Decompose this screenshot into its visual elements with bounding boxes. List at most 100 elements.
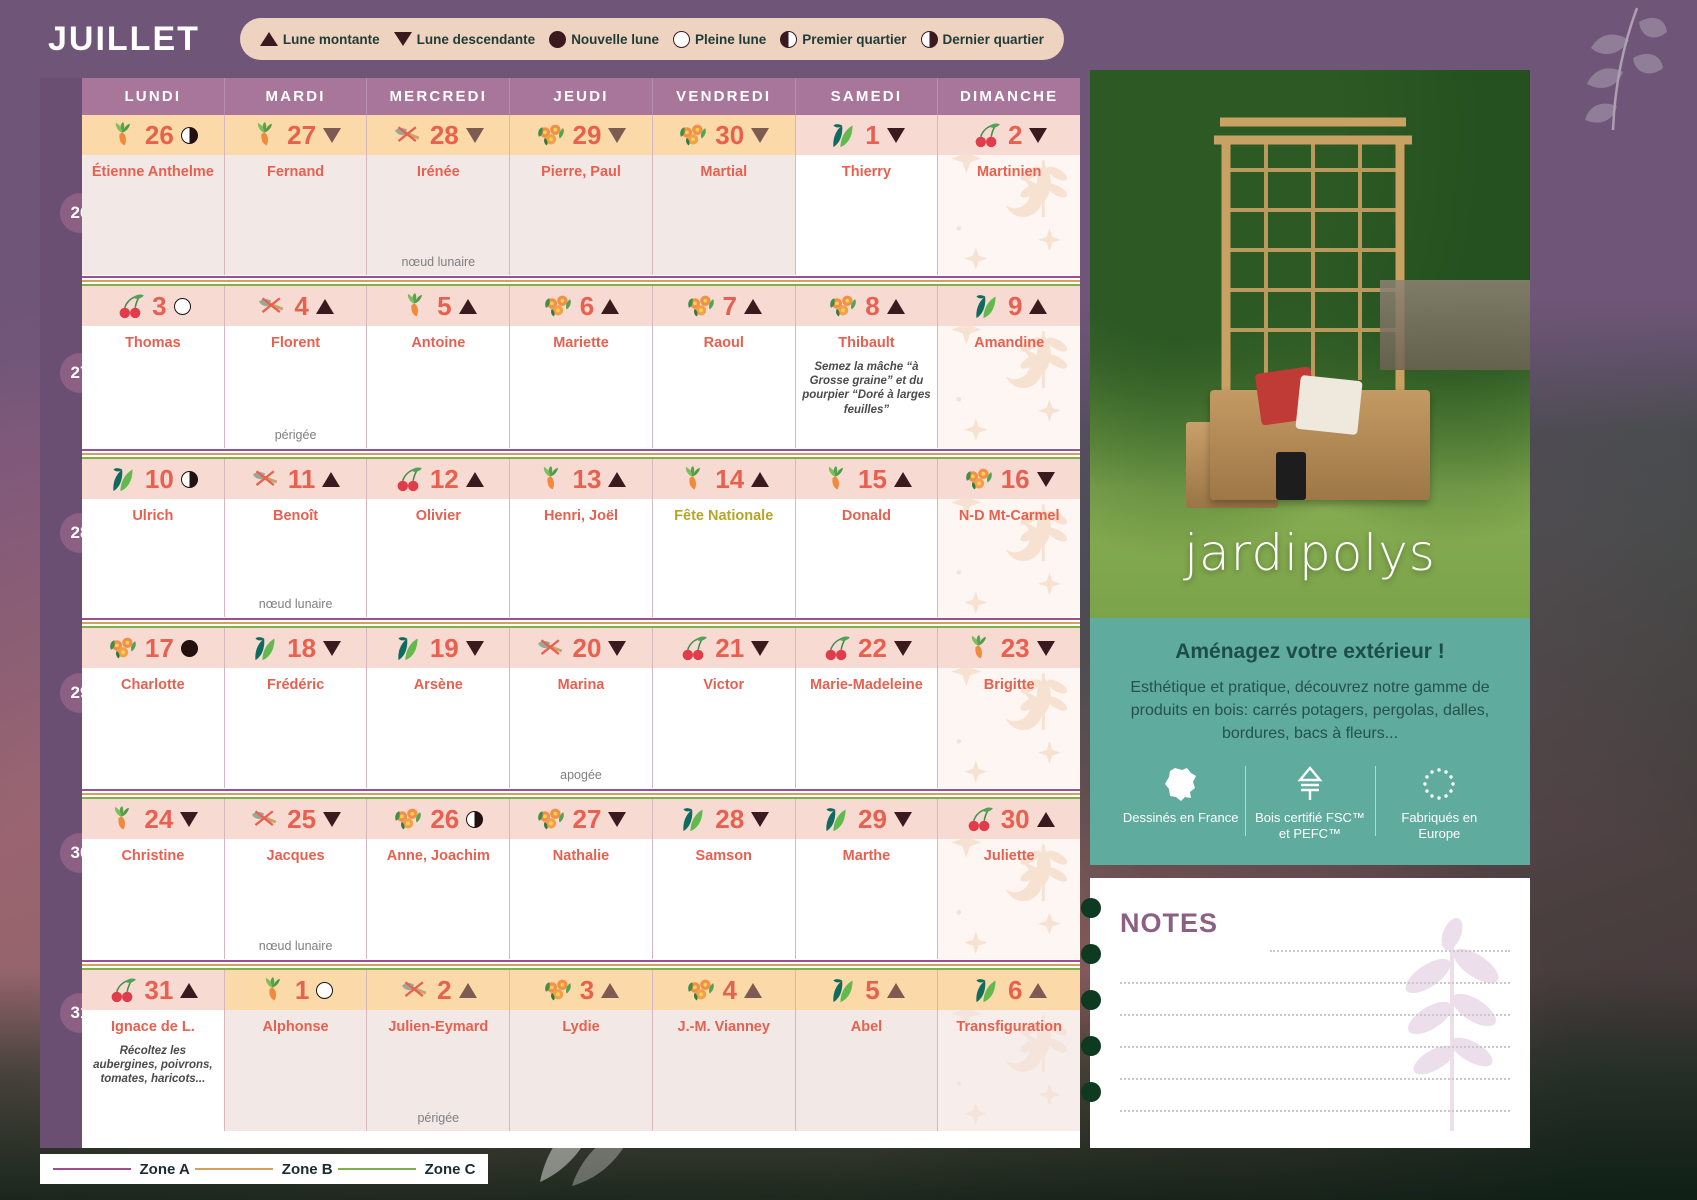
lantern-icon: [1276, 452, 1306, 500]
calendar-day-cell[interactable]: 28 Irénée nœud lunaire: [367, 115, 511, 275]
root-carrot-icon: [686, 466, 701, 490]
france-map-icon: [1122, 762, 1239, 806]
europe-stars-icon: [1381, 762, 1498, 806]
calendar-day-cell[interactable]: 8 Thibault Semez la mâche “à Grosse graine…: [795, 286, 939, 448]
calendar-day-cell[interactable]: 1 Alphonse: [224, 970, 368, 1131]
calendar-day-cell[interactable]: 2 Martinien: [938, 115, 1081, 275]
zone-line-swatch: [52, 1167, 131, 1171]
calendar-day-cell[interactable]: 13 Henri, Joël: [510, 459, 653, 617]
calendar-day-cell[interactable]: 3 Lydie: [510, 970, 653, 1131]
calendar-day-cell[interactable]: 30 Juliette: [938, 799, 1081, 959]
gardening-tip: Récoltez les aubergines, poivrons, tomat…: [93, 1044, 213, 1086]
calendar-day-cell[interactable]: 26 Anne, Joachim: [367, 799, 511, 959]
calendar-day-cell[interactable]: 5 Abel: [795, 970, 939, 1131]
notes-lines[interactable]: [1120, 920, 1510, 1112]
calendar-day-cell[interactable]: 18 Frédéric: [224, 628, 368, 788]
legend-item-full-moon: Pleine lune: [672, 30, 766, 48]
calendar-day-cell[interactable]: 28 Samson: [652, 799, 796, 959]
triangle-down-icon: [608, 127, 627, 143]
calendar-day-cell[interactable]: 2 Julien-Eymard périgée: [367, 970, 511, 1131]
day-number: 2: [437, 975, 452, 1005]
binder-ring: [1081, 944, 1101, 964]
calendar-day-cell[interactable]: 3 Thomas: [82, 286, 225, 448]
calendar-day-cell[interactable]: 9 Amandine: [938, 286, 1081, 448]
calendar-day-cell[interactable]: 21 Victor: [652, 628, 796, 788]
saint-name: Julien-Eymard: [388, 1019, 489, 1035]
saint-name: Martial: [700, 164, 748, 180]
calendar-day-cell[interactable]: 27 Fernand: [224, 115, 368, 275]
calendar-day-cell[interactable]: 15 Donald: [795, 459, 939, 617]
triangle-down-icon: [1036, 471, 1055, 487]
calendar-day-cell[interactable]: 4 Florent périgée: [224, 286, 368, 448]
calendar-day-cell[interactable]: 16 N-D Mt-Carmel: [938, 459, 1081, 617]
calendar-day-cell[interactable]: 20 Marina apogée: [510, 628, 653, 788]
day-header: 5: [795, 970, 938, 1010]
saint-name: N-D Mt-Carmel: [958, 508, 1060, 524]
calendar-day-cell[interactable]: 29 Marthe: [795, 799, 939, 959]
calendar-day-cell[interactable]: 6 Transfiguration: [938, 970, 1081, 1131]
note-line[interactable]: [1120, 984, 1510, 1016]
triangle-up-icon: [886, 298, 905, 314]
triangle-up-icon: [1029, 982, 1048, 998]
note-line[interactable]: [1120, 1016, 1510, 1048]
day-of-week-lundi: LUNDI: [82, 78, 225, 115]
day-number: 3: [152, 291, 167, 321]
triangle-down-icon: [465, 127, 484, 143]
note-line[interactable]: [1120, 952, 1510, 984]
fruit-cherry-icon: [682, 636, 708, 661]
calendar-day-cell[interactable]: 11 Benoît nœud lunaire: [224, 459, 368, 617]
fruit-cherry-icon: [975, 123, 1000, 148]
day-header: 14: [652, 459, 795, 499]
day-header: 6: [938, 970, 1081, 1010]
calendar-week-row: 24 Christine 25 Jacques nœud lunaire 26 Anne, …: [82, 799, 1081, 959]
day-header: 8: [795, 286, 938, 326]
note-line[interactable]: [1120, 1048, 1510, 1080]
saint-name: Samson: [695, 848, 752, 864]
calendar-day-cell[interactable]: 1 Thierry: [795, 115, 939, 275]
triangle-up-icon: [180, 982, 199, 998]
note-line[interactable]: [1120, 1080, 1510, 1112]
day-body: Nathalie: [510, 839, 652, 959]
day-body: Arsène: [367, 668, 510, 788]
note-line[interactable]: [1270, 920, 1510, 952]
ad-body: Aménagez votre extérieur ! Esthétique et…: [1090, 618, 1530, 865]
calendar-day-cell[interactable]: 14 Fête Nationale: [652, 459, 796, 617]
flower-icon: [687, 979, 714, 1001]
calendar-day-cell[interactable]: 12 Olivier: [367, 459, 511, 617]
root-carrot-icon: [543, 466, 558, 490]
calendar-day-cell[interactable]: 31 Ignace de L. Récoltez les aubergines, p…: [82, 970, 225, 1131]
day-body: Marie-Madeleine: [795, 668, 938, 788]
calendar-day-cell[interactable]: 24 Christine: [82, 799, 225, 959]
calendar-day-cell[interactable]: 19 Arsène: [367, 628, 511, 788]
day-number: 22: [857, 633, 887, 663]
calendar-day-cell[interactable]: 5 Antoine: [367, 286, 511, 448]
day-number: 3: [579, 975, 595, 1005]
day-body: Raoul: [652, 326, 795, 448]
calendar-day-cell[interactable]: 17 Charlotte: [82, 628, 225, 788]
calendar-day-cell[interactable]: 29 Pierre, Paul: [510, 115, 653, 275]
calendar-day-cell[interactable]: 22 Marie-Madeleine: [795, 628, 939, 788]
calendar-day-cell[interactable]: 7 Raoul: [652, 286, 796, 448]
calendar-day-cell[interactable]: 27 Nathalie: [510, 799, 653, 959]
calendar-week-row: 31 Ignace de L. Récoltez les aubergines, p…: [82, 970, 1081, 1131]
saint-name: Anne, Joachim: [386, 848, 490, 864]
day-number: 28: [429, 120, 459, 150]
legend-label: Lune montante: [282, 31, 380, 47]
lunar-event-label: nœud lunaire: [258, 597, 333, 611]
calendar-day-cell[interactable]: 4 J.-M. Vianney: [652, 970, 796, 1131]
calendar-day-cell[interactable]: 30 Martial: [652, 115, 796, 275]
day-body: Anne, Joachim: [367, 839, 510, 959]
calendar-day-cell[interactable]: 6 Mariette: [510, 286, 653, 448]
day-body: N-D Mt-Carmel: [938, 499, 1080, 617]
advertisement-panel[interactable]: jardipolys Aménagez votre extérieur ! Es…: [1090, 70, 1530, 865]
calendar-day-cell[interactable]: 23 Brigitte: [938, 628, 1081, 788]
notes-panel[interactable]: NOTES: [1081, 878, 1530, 1148]
calendar-day-cell[interactable]: 25 Jacques nœud lunaire: [224, 799, 368, 959]
no-gardening-icon: [259, 297, 284, 313]
triangle-down-icon: [886, 127, 905, 143]
calendar-day-cell[interactable]: 10 Ulrich: [82, 459, 225, 617]
day-header: 27: [224, 115, 367, 155]
day-body: Marthe: [795, 839, 938, 959]
calendar-day-cell[interactable]: 26 Étienne Anthelme: [82, 115, 225, 275]
brand-logo: jardipolys: [1184, 524, 1436, 582]
